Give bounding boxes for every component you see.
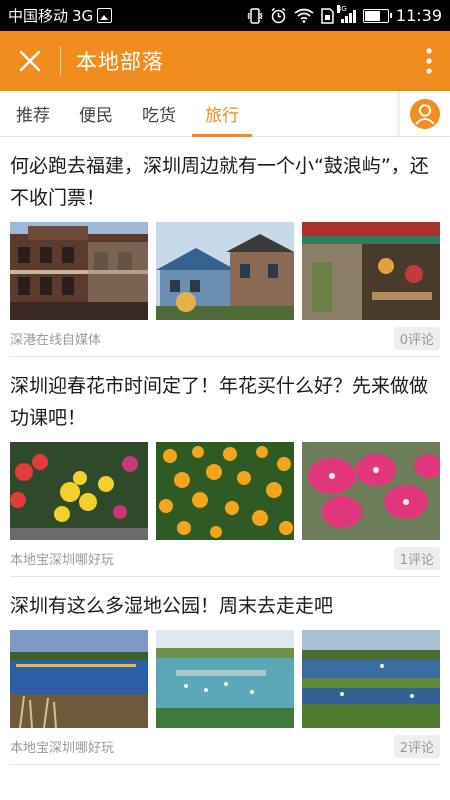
cell-signal-icon: 3G: [336, 4, 356, 23]
article-title: 何必跑去福建，深圳周边就有一个小“鼓浪屿”，还不收门票！: [10, 155, 429, 209]
more-vertical-icon: [426, 48, 432, 74]
article-source[interactable]: 深港在线自媒体: [10, 329, 101, 348]
tab-recommend[interactable]: 推荐: [3, 91, 63, 136]
colorful-shop-image: [302, 222, 440, 320]
header-divider: [60, 46, 61, 76]
user-avatar-icon: [410, 98, 440, 129]
tab-food[interactable]: 吃货: [129, 91, 189, 136]
article-feed: 何必跑去福建，深圳周边就有一个小“鼓浪屿”，还不收门票！ 深港在线自媒体 0评论…: [0, 137, 450, 765]
vibrate-icon: [247, 7, 263, 24]
alarm-icon: [271, 7, 286, 24]
article-item[interactable]: 何必跑去福建，深圳周边就有一个小“鼓浪屿”，还不收门票！ 深港在线自媒体 0评论: [10, 137, 440, 357]
flower-bouquet-image: [10, 442, 148, 540]
article-item[interactable]: 深圳迎春花市时间定了！年花买什么好？先来做做功课吧！ 本地宝深圳哪好玩 1评论: [10, 357, 440, 577]
wetland-birds-image: [156, 630, 294, 728]
old-building-image: [10, 222, 148, 320]
article-source[interactable]: 本地宝深圳哪好玩: [10, 737, 114, 756]
article-footer: 本地宝深圳哪好玩 2评论: [10, 728, 440, 764]
article-images: [10, 630, 440, 728]
wifi-icon: [294, 8, 314, 23]
article-footer: 深港在线自媒体 0评论: [10, 320, 440, 356]
article-title: 深圳有这么多湿地公园！周末去走走吧: [10, 595, 334, 617]
category-tab-bar: 推荐 便民 吃货 旅行: [0, 91, 450, 137]
article-images: [10, 442, 440, 540]
network-label: 3G: [72, 6, 94, 25]
blue-roof-houses-image: [156, 222, 294, 320]
gallery-notification-icon: [97, 8, 113, 23]
comment-count[interactable]: 0评论: [393, 326, 440, 350]
close-icon: [19, 50, 41, 72]
pink-orchid-image: [302, 442, 440, 540]
wetland-lake-image: [10, 630, 148, 728]
article-images: [10, 222, 440, 320]
page-title: 本地部落: [76, 50, 164, 74]
app-header: 本地部落: [0, 31, 450, 91]
article-title: 深圳迎春花市时间定了！年花买什么好？先来做做功课吧！: [10, 375, 429, 429]
clock: 11:39: [395, 6, 442, 25]
battery-icon: [362, 8, 392, 23]
close-button[interactable]: [0, 31, 60, 91]
wetland-marsh-image: [302, 630, 440, 728]
more-options-button[interactable]: [414, 43, 444, 79]
tab-travel[interactable]: 旅行: [192, 91, 252, 137]
comment-count[interactable]: 1评论: [393, 546, 440, 570]
article-item[interactable]: 深圳有这么多湿地公园！周末去走走吧 本地宝深圳哪好玩 2评论: [10, 577, 440, 765]
carrier-label: 中国移动: [8, 7, 69, 25]
comment-count[interactable]: 2评论: [393, 734, 440, 758]
status-bar: 中国移动 3G 3G 11:39: [0, 0, 450, 31]
article-source[interactable]: 本地宝深圳哪好玩: [10, 549, 114, 568]
avatar-button[interactable]: [399, 91, 450, 136]
kumquat-tree-image: [156, 442, 294, 540]
sim-card-icon: [321, 7, 334, 24]
article-footer: 本地宝深圳哪好玩 1评论: [10, 540, 440, 576]
tab-convenience[interactable]: 便民: [66, 91, 126, 136]
